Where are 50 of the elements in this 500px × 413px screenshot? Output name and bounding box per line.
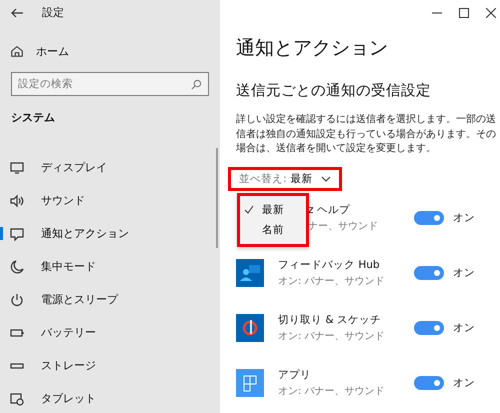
home-link[interactable]: ホーム [10, 41, 69, 61]
close-icon[interactable] [486, 8, 496, 18]
toggle-state: オン [453, 321, 475, 335]
tablet-icon [9, 390, 25, 406]
search-input[interactable]: 設定の検索 [18, 78, 191, 90]
speaker-icon [9, 192, 25, 208]
app-detail: ナー、サウンド [308, 220, 379, 233]
page-title: 通知とアクション [236, 36, 389, 61]
app-detail: オン: バナー、サウンド [278, 385, 386, 398]
home-icon [10, 44, 24, 58]
toggle-switch[interactable] [414, 376, 444, 390]
menu-item[interactable]: 最新 [240, 200, 306, 220]
app-name: アプリ [278, 368, 312, 382]
app-detail: オン: バナー、サウンド [278, 275, 386, 288]
toggle-state: オン [453, 266, 475, 280]
menu-item[interactable]: 名前 [240, 220, 306, 240]
sidebar-item[interactable]: タブレット [0, 382, 220, 413]
sidebar-item[interactable]: 電源とスリープ [0, 283, 220, 316]
app-icon [236, 259, 264, 287]
maximize-icon[interactable] [459, 8, 469, 18]
search-field[interactable]: 設定の検索 [11, 72, 209, 96]
app-icon [236, 314, 264, 342]
sort-dropdown[interactable]: 並べ替え: 最新 [228, 166, 342, 190]
search-icon [191, 78, 202, 90]
app-detail: オン: バナー、サウンド [278, 330, 386, 343]
toggle-state: オン [453, 211, 475, 225]
chevron-down-icon [320, 176, 331, 182]
power-icon [9, 292, 25, 308]
sidebar-item[interactable]: サウンド [0, 184, 220, 217]
description: 詳しい設定を確認するには送信者を選択します。一部の送信者は独自の通知設定も行っている場合があります。その場合は、送信者を開いて設定を変更します。 [236, 113, 497, 156]
app-name: 切り取り & スケッチ [278, 313, 382, 327]
toggle-switch[interactable] [414, 266, 444, 280]
toggle-switch[interactable] [414, 211, 444, 225]
sidebar-item[interactable]: ストレージ [0, 349, 220, 382]
window-title: 設定 [42, 5, 64, 20]
section-heading: システム [11, 110, 56, 125]
moon-icon [9, 258, 25, 274]
toggle-state: オン [453, 376, 475, 390]
sidebar-item[interactable]: ディスプレイ [0, 151, 220, 184]
section-title: 送信元ごとの通知の受信設定 [236, 82, 432, 100]
app-icon [236, 369, 264, 397]
message-icon [9, 226, 25, 242]
sidebar-item[interactable]: 通知とアクション [0, 217, 220, 250]
back-button[interactable] [10, 8, 24, 18]
sidebar-item[interactable]: バッテリー [0, 316, 220, 349]
monitor-icon [9, 160, 25, 176]
sidebar-item[interactable]: 集中モード [0, 250, 220, 283]
scrollbar[interactable] [216, 148, 218, 248]
toggle-switch[interactable] [414, 321, 444, 335]
app-name: フィードバック Hub [278, 258, 381, 272]
